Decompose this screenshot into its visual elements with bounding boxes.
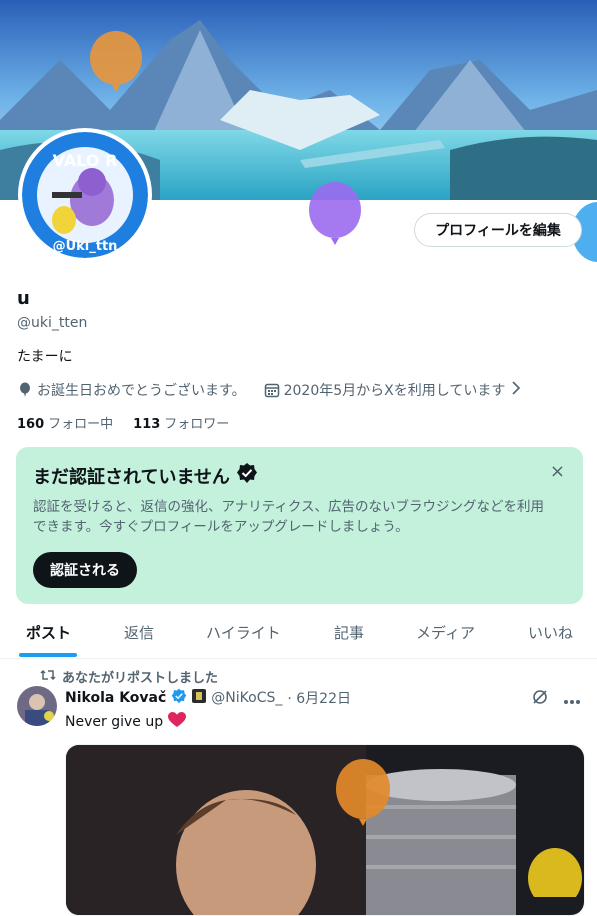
profile-meta: お誕生日おめでとうございます。 2020年5月からXを利用しています (17, 380, 521, 400)
post-text: Never give up (65, 714, 164, 730)
post-text-row: Never give up (65, 712, 187, 732)
tab-highlights[interactable]: ハイライト (206, 622, 281, 643)
yellow-balloon-icon (527, 848, 583, 908)
orange-balloon-icon (88, 30, 144, 104)
tab-media[interactable]: メディア (416, 622, 475, 643)
tab-likes[interactable]: いいね (528, 622, 573, 643)
active-tab-indicator (19, 653, 77, 657)
post-actions (531, 688, 581, 710)
post-header: Nikola Kovač @NiKoCS_ · 6月22日 (65, 688, 351, 708)
avatar-text-bottom: @Uki_ttn (53, 239, 118, 254)
verified-blue-icon (171, 688, 187, 708)
get-verified-button[interactable]: 認証される (33, 552, 137, 588)
repost-note: あなたがリポストしました (40, 667, 218, 686)
birthday-text: お誕生日おめでとうございます。 (37, 383, 246, 399)
post-date[interactable]: · 6月22日 (287, 688, 351, 708)
repost-note-text: あなたがリポストしました (62, 671, 219, 686)
following-count: 160 (17, 417, 45, 432)
tab-articles[interactable]: 記事 (334, 622, 364, 643)
repost-icon (40, 668, 56, 686)
profile-name: u (17, 288, 30, 309)
joined-text: 2020年5月からXを利用しています (283, 383, 506, 399)
balloon-icon (17, 382, 33, 398)
verification-description: 認証を受けると、返信の強化、アナリティクス、広告のないブラウジングなどを利用でき… (33, 499, 544, 535)
edit-profile-button[interactable]: プロフィールを編集 (414, 213, 582, 247)
purple-balloon-icon (307, 180, 363, 254)
profile-avatar[interactable]: VALO R @Uki_ttn (18, 128, 152, 262)
affiliate-badge-icon (192, 689, 207, 707)
post-image[interactable] (65, 744, 585, 916)
avatar-text-top: VALO R (53, 151, 118, 170)
verification-title-row: まだ認証されていません (33, 462, 258, 489)
tab-posts[interactable]: ポスト (26, 622, 71, 643)
orange-balloon-icon-2 (334, 757, 392, 836)
follow-stats: 160 フォロー中 113 フォロワー (17, 413, 229, 432)
profile-tabs: ポスト 返信 ハイライト 記事 メディア いいね (0, 612, 597, 659)
verification-card: まだ認証されていません × 認証を受けると、返信の強化、アナリティクス、広告のな… (16, 447, 583, 604)
tab-replies[interactable]: 返信 (124, 622, 154, 643)
red-heart-icon (168, 712, 187, 732)
followers-link[interactable]: 113 フォロワー (133, 413, 229, 432)
following-label: フォロー中 (48, 417, 114, 432)
verification-title: まだ認証されていません (33, 466, 230, 488)
profile-handle: @uki_tten (17, 315, 88, 331)
calendar-icon (264, 382, 280, 398)
post-author-name[interactable]: Nikola Kovač (65, 690, 166, 706)
chevron-right-icon[interactable] (511, 381, 521, 399)
profile-bio: たまーに (17, 349, 73, 365)
followers-count: 113 (133, 417, 161, 432)
post-author-avatar[interactable] (17, 686, 57, 726)
followers-label: フォロワー (164, 417, 230, 432)
following-link[interactable]: 160 フォロー中 (17, 413, 113, 432)
post-author-handle[interactable]: @NiKoCS_ (211, 690, 282, 706)
more-options-icon[interactable] (563, 690, 581, 709)
verified-badge-icon (236, 462, 258, 489)
close-icon[interactable]: × (550, 461, 565, 482)
grok-icon[interactable] (531, 688, 549, 710)
